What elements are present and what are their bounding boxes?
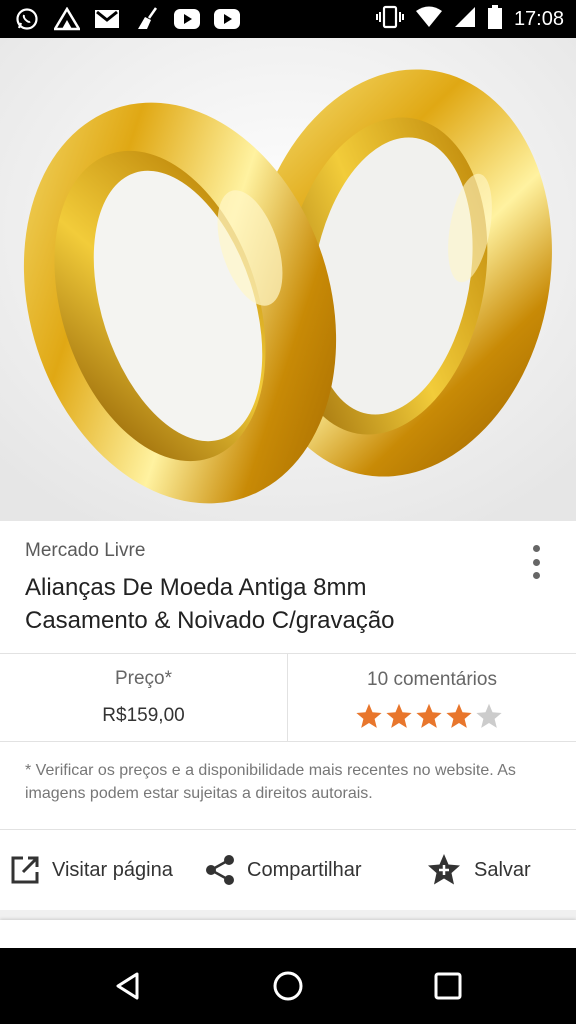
visit-page-label: Visitar página (52, 858, 173, 881)
navigation-bar (0, 948, 576, 1024)
notification-icons (14, 6, 240, 32)
save-label: Salvar (474, 858, 531, 881)
divider (0, 741, 576, 742)
next-card (0, 920, 576, 948)
open-external-icon (11, 856, 39, 884)
price-value: R$159,00 (102, 705, 185, 726)
share-label: Compartilhar (247, 858, 362, 881)
star-filled-icon (356, 703, 382, 728)
wifi-icon (415, 6, 442, 33)
source-name[interactable]: Mercado Livre (25, 540, 145, 562)
more-options-icon[interactable] (528, 545, 544, 579)
star-filled-icon (416, 703, 442, 728)
mountain-app-icon (54, 6, 80, 32)
product-title[interactable]: Alianças De Moeda Antiga 8mm Casamento &… (25, 571, 495, 637)
back-icon[interactable] (108, 966, 148, 1006)
gmail-icon (94, 6, 120, 32)
clock: 17:08 (513, 8, 564, 30)
share-icon (206, 855, 234, 885)
signal-icon (454, 6, 476, 33)
youtube-icon (174, 6, 200, 32)
star-empty-icon (476, 703, 502, 728)
vibrate-icon (375, 5, 404, 34)
broom-app-icon (134, 6, 160, 32)
action-bar: Visitar página Compartilhar Salvar (0, 830, 576, 910)
home-icon[interactable] (268, 966, 308, 1006)
status-bar: 17:08 (0, 0, 576, 38)
recents-icon[interactable] (428, 966, 468, 1006)
battery-icon (487, 5, 502, 34)
save-star-icon (428, 854, 460, 885)
gold-rings-image (0, 38, 576, 521)
divider (0, 653, 576, 654)
whatsapp-icon (14, 6, 40, 32)
share-button[interactable]: Compartilhar (205, 830, 361, 910)
star-filled-icon (446, 703, 472, 728)
system-icons: 17:08 (375, 5, 564, 34)
divider (287, 653, 288, 741)
visit-page-button[interactable]: Visitar página (10, 830, 173, 910)
comments-count[interactable]: 10 comentários (288, 669, 576, 691)
product-image[interactable] (0, 38, 576, 521)
disclaimer-text: * Verificar os preços e a disponibilidad… (25, 762, 516, 802)
youtube-icon (214, 6, 240, 32)
rating-stars (355, 702, 503, 730)
star-filled-icon (386, 703, 412, 728)
save-button[interactable]: Salvar (426, 830, 531, 910)
price-label: Preço* (114, 668, 173, 689)
